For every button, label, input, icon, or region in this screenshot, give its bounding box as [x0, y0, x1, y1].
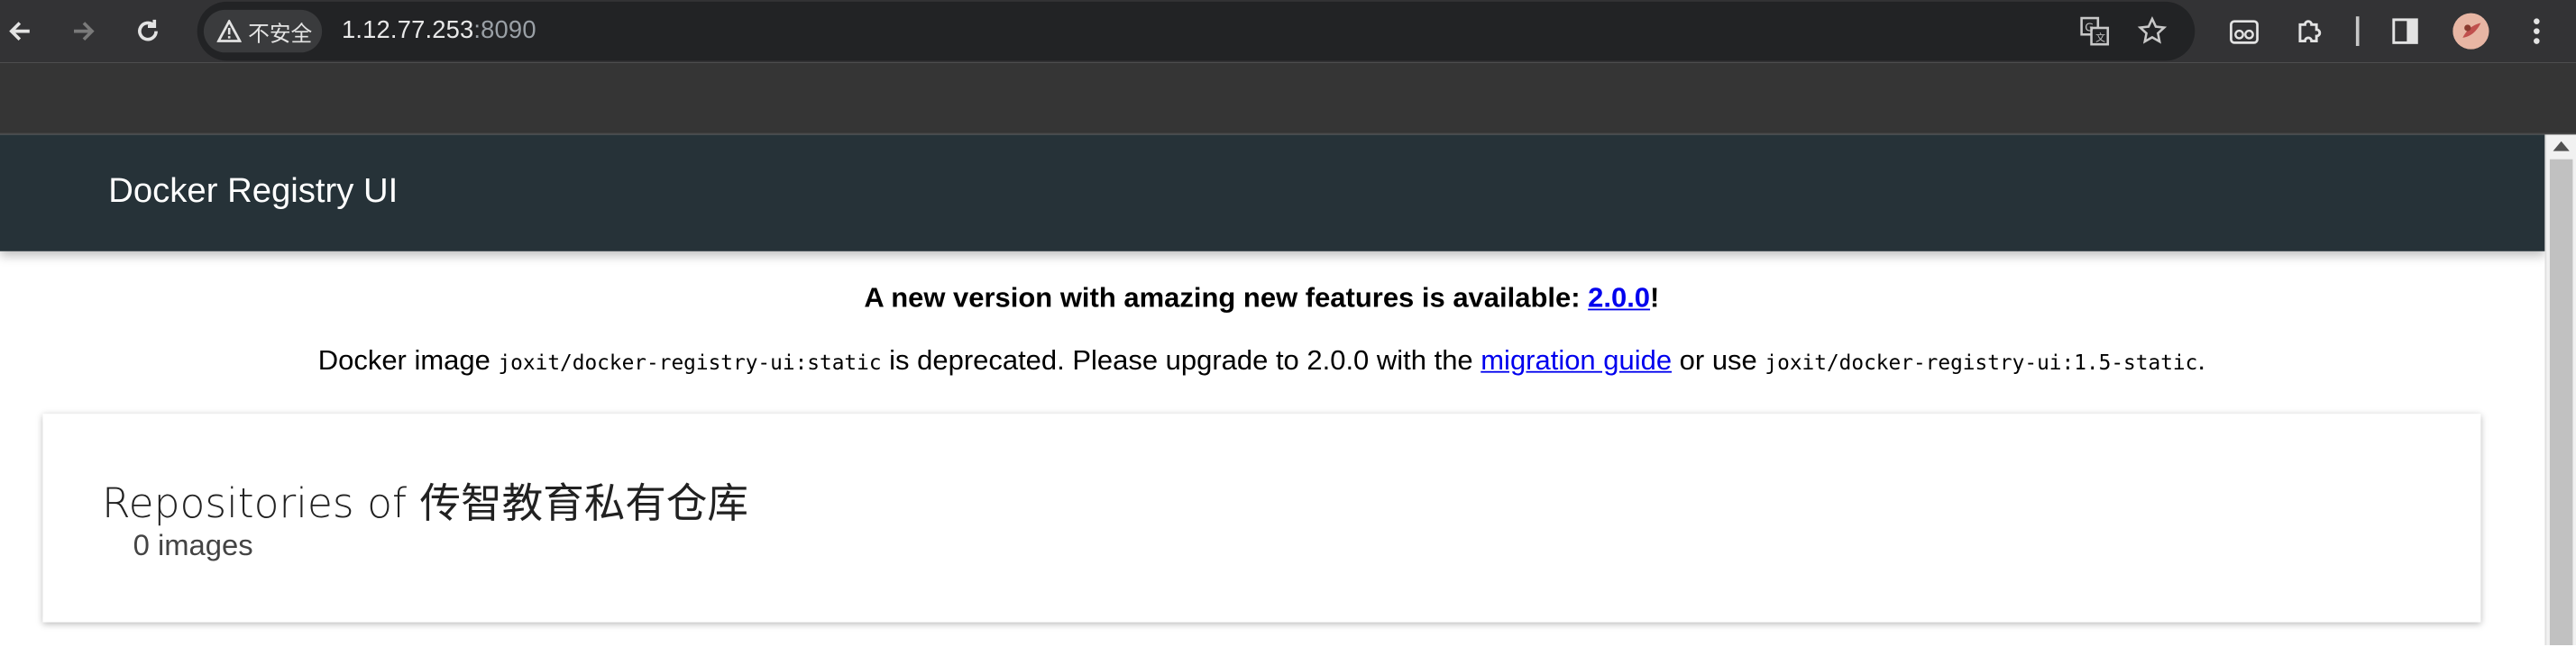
alternative-image-code: joxit/docker-registry-ui:1.5-static — [1765, 350, 2198, 375]
translate-button[interactable]: G文 — [2078, 14, 2111, 47]
side-panel-button[interactable] — [2386, 12, 2425, 51]
image-count: 0 images — [133, 528, 253, 562]
deprecation-notice: Docker image joxit/docker-registry-ui:st… — [0, 345, 2524, 378]
puzzle-icon — [2298, 20, 2322, 43]
deprecation-end: . — [2197, 344, 2205, 377]
reading-mode-button[interactable] — [2224, 12, 2264, 51]
extensions-button[interactable] — [2290, 12, 2330, 51]
deprecation-or: or use — [1672, 344, 1765, 377]
svg-text:文: 文 — [2095, 32, 2105, 44]
translate-icon: G文 — [2080, 16, 2110, 46]
url-host: 1.12.77.253 — [341, 16, 474, 45]
repositories-card: Repositories of 传智教育私有仓库 0 images — [42, 414, 2481, 623]
address-bar[interactable]: 不安全 1.12.77.253:8090 G文 — [197, 1, 2196, 61]
star-icon — [2137, 16, 2168, 44]
warning-icon — [216, 19, 242, 42]
side-panel-icon — [2392, 18, 2418, 44]
bookmark-star-button[interactable] — [2136, 14, 2168, 47]
app-title: Docker Registry UI — [108, 172, 399, 211]
migration-guide-link[interactable]: migration guide — [1481, 345, 1672, 377]
forward-button[interactable] — [64, 12, 104, 51]
url-port: :8090 — [473, 16, 536, 45]
bookmarks-bar — [0, 62, 2576, 135]
security-label: 不安全 — [248, 20, 313, 46]
browser-window: 不安全 1.12.77.253:8090 G文 Docker Registry … — [0, 0, 2576, 646]
url-text[interactable]: 1.12.77.253:8090 — [342, 16, 536, 44]
browser-menu-button[interactable] — [2516, 12, 2556, 51]
deprecated-image-code: joxit/docker-registry-ui:static — [498, 350, 882, 375]
arrow-right-icon — [73, 22, 95, 41]
page-scrollbar[interactable] — [2544, 134, 2576, 646]
app-header: Docker Registry UI — [0, 134, 2545, 251]
avatar-icon — [2452, 13, 2489, 50]
version-link[interactable]: 2.0.0 — [1588, 282, 1650, 314]
arrow-left-icon — [9, 22, 30, 41]
more-vertical-icon — [2534, 18, 2540, 44]
reload-icon — [138, 19, 158, 41]
scrollbar-thumb[interactable] — [2549, 159, 2573, 646]
profile-avatar[interactable] — [2452, 13, 2489, 50]
security-indicator[interactable]: 不安全 — [203, 9, 323, 53]
deprecation-middle: is deprecated. Please upgrade to 2.0.0 w… — [881, 344, 1481, 377]
svg-text:G: G — [2085, 22, 2094, 35]
repositories-title: Repositories of 传智教育私有仓库 — [101, 479, 748, 527]
scroll-up-arrow-icon[interactable] — [2553, 141, 2570, 151]
back-button[interactable] — [0, 12, 40, 51]
deprecation-prefix: Docker image — [317, 344, 499, 377]
update-notice: A new version with amazing new features … — [0, 282, 2524, 314]
browser-toolbar: 不安全 1.12.77.253:8090 G文 — [0, 0, 2576, 63]
reload-button[interactable] — [128, 12, 168, 51]
page-viewport: Docker Registry UI A new version with am… — [0, 134, 2576, 646]
glasses-icon — [2230, 20, 2259, 44]
update-notice-text: A new version with amazing new features … — [864, 282, 1589, 314]
toolbar-separator — [2355, 16, 2360, 47]
update-notice-end: ! — [1650, 282, 1660, 314]
